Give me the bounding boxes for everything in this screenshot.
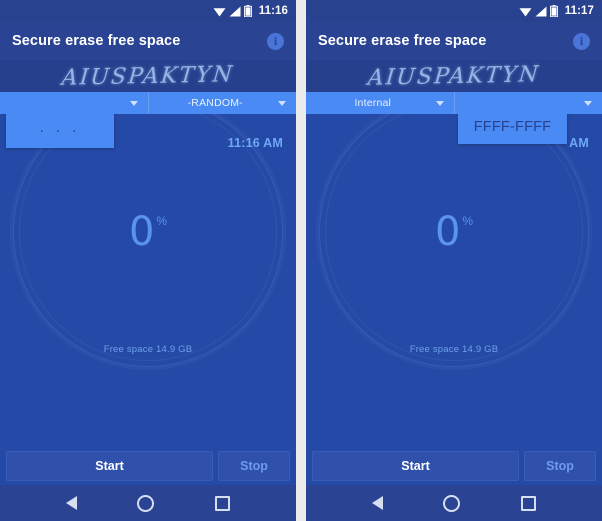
- wifi-icon: [519, 6, 532, 17]
- signal-icon: [229, 6, 241, 17]
- dropdown-option-ffff[interactable]: FFFF-FFFF: [458, 116, 567, 138]
- status-bar-clock: 11:17: [564, 5, 594, 17]
- action-button-bar: Start Stop: [306, 447, 602, 485]
- battery-icon: [243, 5, 252, 17]
- chevron-down-icon: [129, 100, 138, 106]
- storage-spinner[interactable]: Internal: [306, 92, 454, 114]
- status-bar: 11:17: [306, 0, 602, 22]
- home-circle-icon[interactable]: [443, 494, 461, 512]
- status-bar-icons: 11:17: [519, 5, 594, 17]
- info-icon[interactable]: i: [267, 32, 284, 50]
- phone-screen-right: 11:17 Secure erase free space i AIUSPAKT…: [306, 0, 602, 521]
- phone-screen-left: 11:16 Secure erase free space i AIUSPAKT…: [0, 0, 296, 521]
- percent-symbol: %: [156, 214, 168, 228]
- progress-percent-value: 0: [128, 209, 155, 255]
- storage-spinner-value: Internal: [354, 97, 392, 109]
- status-bar: 11:16: [0, 0, 296, 22]
- pattern-spinner[interactable]: -RANDOM-: [453, 92, 602, 114]
- watermark-band: AIUSPAKTYN: [306, 60, 602, 92]
- back-triangle-icon[interactable]: [372, 496, 384, 510]
- status-bar-clock: 11:16: [258, 5, 288, 17]
- free-space-label: Free space 14.9 GB: [409, 344, 499, 355]
- app-bar: Secure erase free space i: [0, 22, 296, 60]
- progress-percent-value: 0: [434, 209, 461, 255]
- navigation-bar: [306, 485, 602, 521]
- dropdown-option-more[interactable]: . . .: [6, 114, 114, 138]
- clock-overlay: 11:16 AM: [227, 136, 283, 150]
- storage-dropdown-popup[interactable]: Internal External . . .: [6, 114, 114, 149]
- app-bar: Secure erase free space i: [306, 22, 602, 60]
- watermark-band: AIUSPAKTYN: [0, 60, 296, 92]
- progress-percent: 0 %: [129, 212, 167, 252]
- dual-screenshot-container: 11:16 Secure erase free space i AIUSPAKT…: [0, 0, 602, 521]
- free-space-label: Free space 14.9 GB: [103, 344, 193, 355]
- progress-percent: 0 %: [435, 212, 473, 252]
- start-button[interactable]: Start: [312, 451, 519, 481]
- gauge-area: AM 0 % Free space 14.9 GB -RANDOM- 0000-…: [306, 114, 602, 447]
- start-button[interactable]: Start: [6, 451, 213, 481]
- storage-spinner-value: Internal: [10, 97, 124, 109]
- stop-button[interactable]: Stop: [524, 451, 596, 481]
- app-title: Secure erase free space: [12, 33, 181, 49]
- back-triangle-icon[interactable]: [66, 496, 78, 510]
- battery-icon: [549, 5, 558, 17]
- signal-icon: [535, 6, 547, 17]
- spinner-row: Internal -RANDOM-: [0, 92, 296, 114]
- recents-square-icon[interactable]: [214, 495, 230, 511]
- recents-square-icon[interactable]: [520, 495, 536, 511]
- spinner-row: Internal -RANDOM-: [306, 92, 602, 114]
- chevron-down-icon: [278, 100, 286, 106]
- pattern-dropdown-popup[interactable]: -RANDOM- 0000-0000 FFFF-FFFF: [458, 114, 567, 145]
- pattern-spinner-value: -RANDOM-: [187, 97, 243, 109]
- storage-spinner[interactable]: Internal: [0, 92, 148, 114]
- navigation-bar: [0, 485, 296, 521]
- pattern-spinner-value: -RANDOM-: [465, 97, 579, 109]
- watermark-text: AIUSPAKTYN: [366, 61, 542, 91]
- wifi-icon: [213, 6, 226, 17]
- status-bar-icons: 11:16: [213, 5, 288, 17]
- pattern-spinner[interactable]: -RANDOM-: [147, 92, 297, 114]
- chevron-down-icon: [435, 100, 444, 106]
- clock-overlay: AM: [569, 136, 589, 150]
- app-title: Secure erase free space: [318, 33, 487, 49]
- chevron-down-icon: [584, 100, 592, 106]
- action-button-bar: Start Stop: [0, 447, 296, 485]
- gauge-area: 11:16 AM 0 % Free space 14.9 GB Internal…: [0, 114, 296, 447]
- info-icon[interactable]: i: [573, 32, 590, 50]
- home-circle-icon[interactable]: [137, 494, 155, 512]
- watermark-text: AIUSPAKTYN: [60, 61, 236, 91]
- percent-symbol: %: [462, 214, 474, 228]
- stop-button[interactable]: Stop: [218, 451, 290, 481]
